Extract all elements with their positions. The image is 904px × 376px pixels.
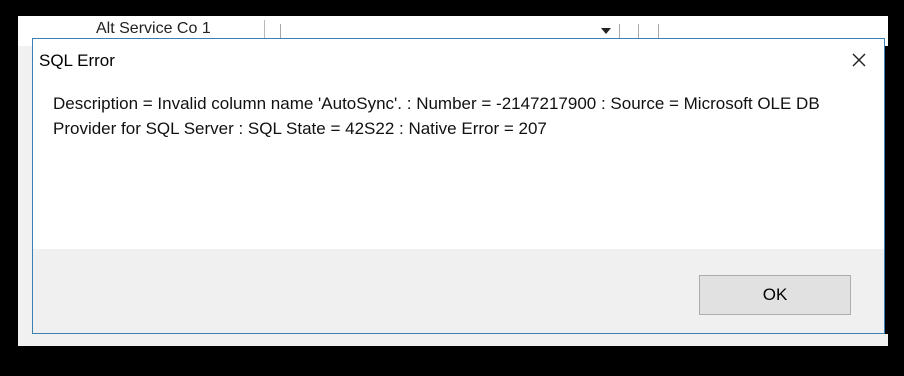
error-message: Description = Invalid column name 'AutoS… [53,94,820,138]
screenshot-frame: Alt Service Co 1 SQL Error Description =… [0,0,904,376]
close-icon [851,52,867,68]
dialog-titlebar: SQL Error [33,39,884,81]
background-left-strip [18,46,33,346]
dialog-footer: OK [33,249,884,333]
close-button[interactable] [844,45,874,75]
ok-button[interactable]: OK [699,275,851,315]
dialog-title: SQL Error [39,51,115,70]
sql-error-dialog: SQL Error Description = Invalid column n… [32,38,885,334]
background-bottom-strip [32,334,888,346]
dropdown-arrow-icon [601,28,611,34]
